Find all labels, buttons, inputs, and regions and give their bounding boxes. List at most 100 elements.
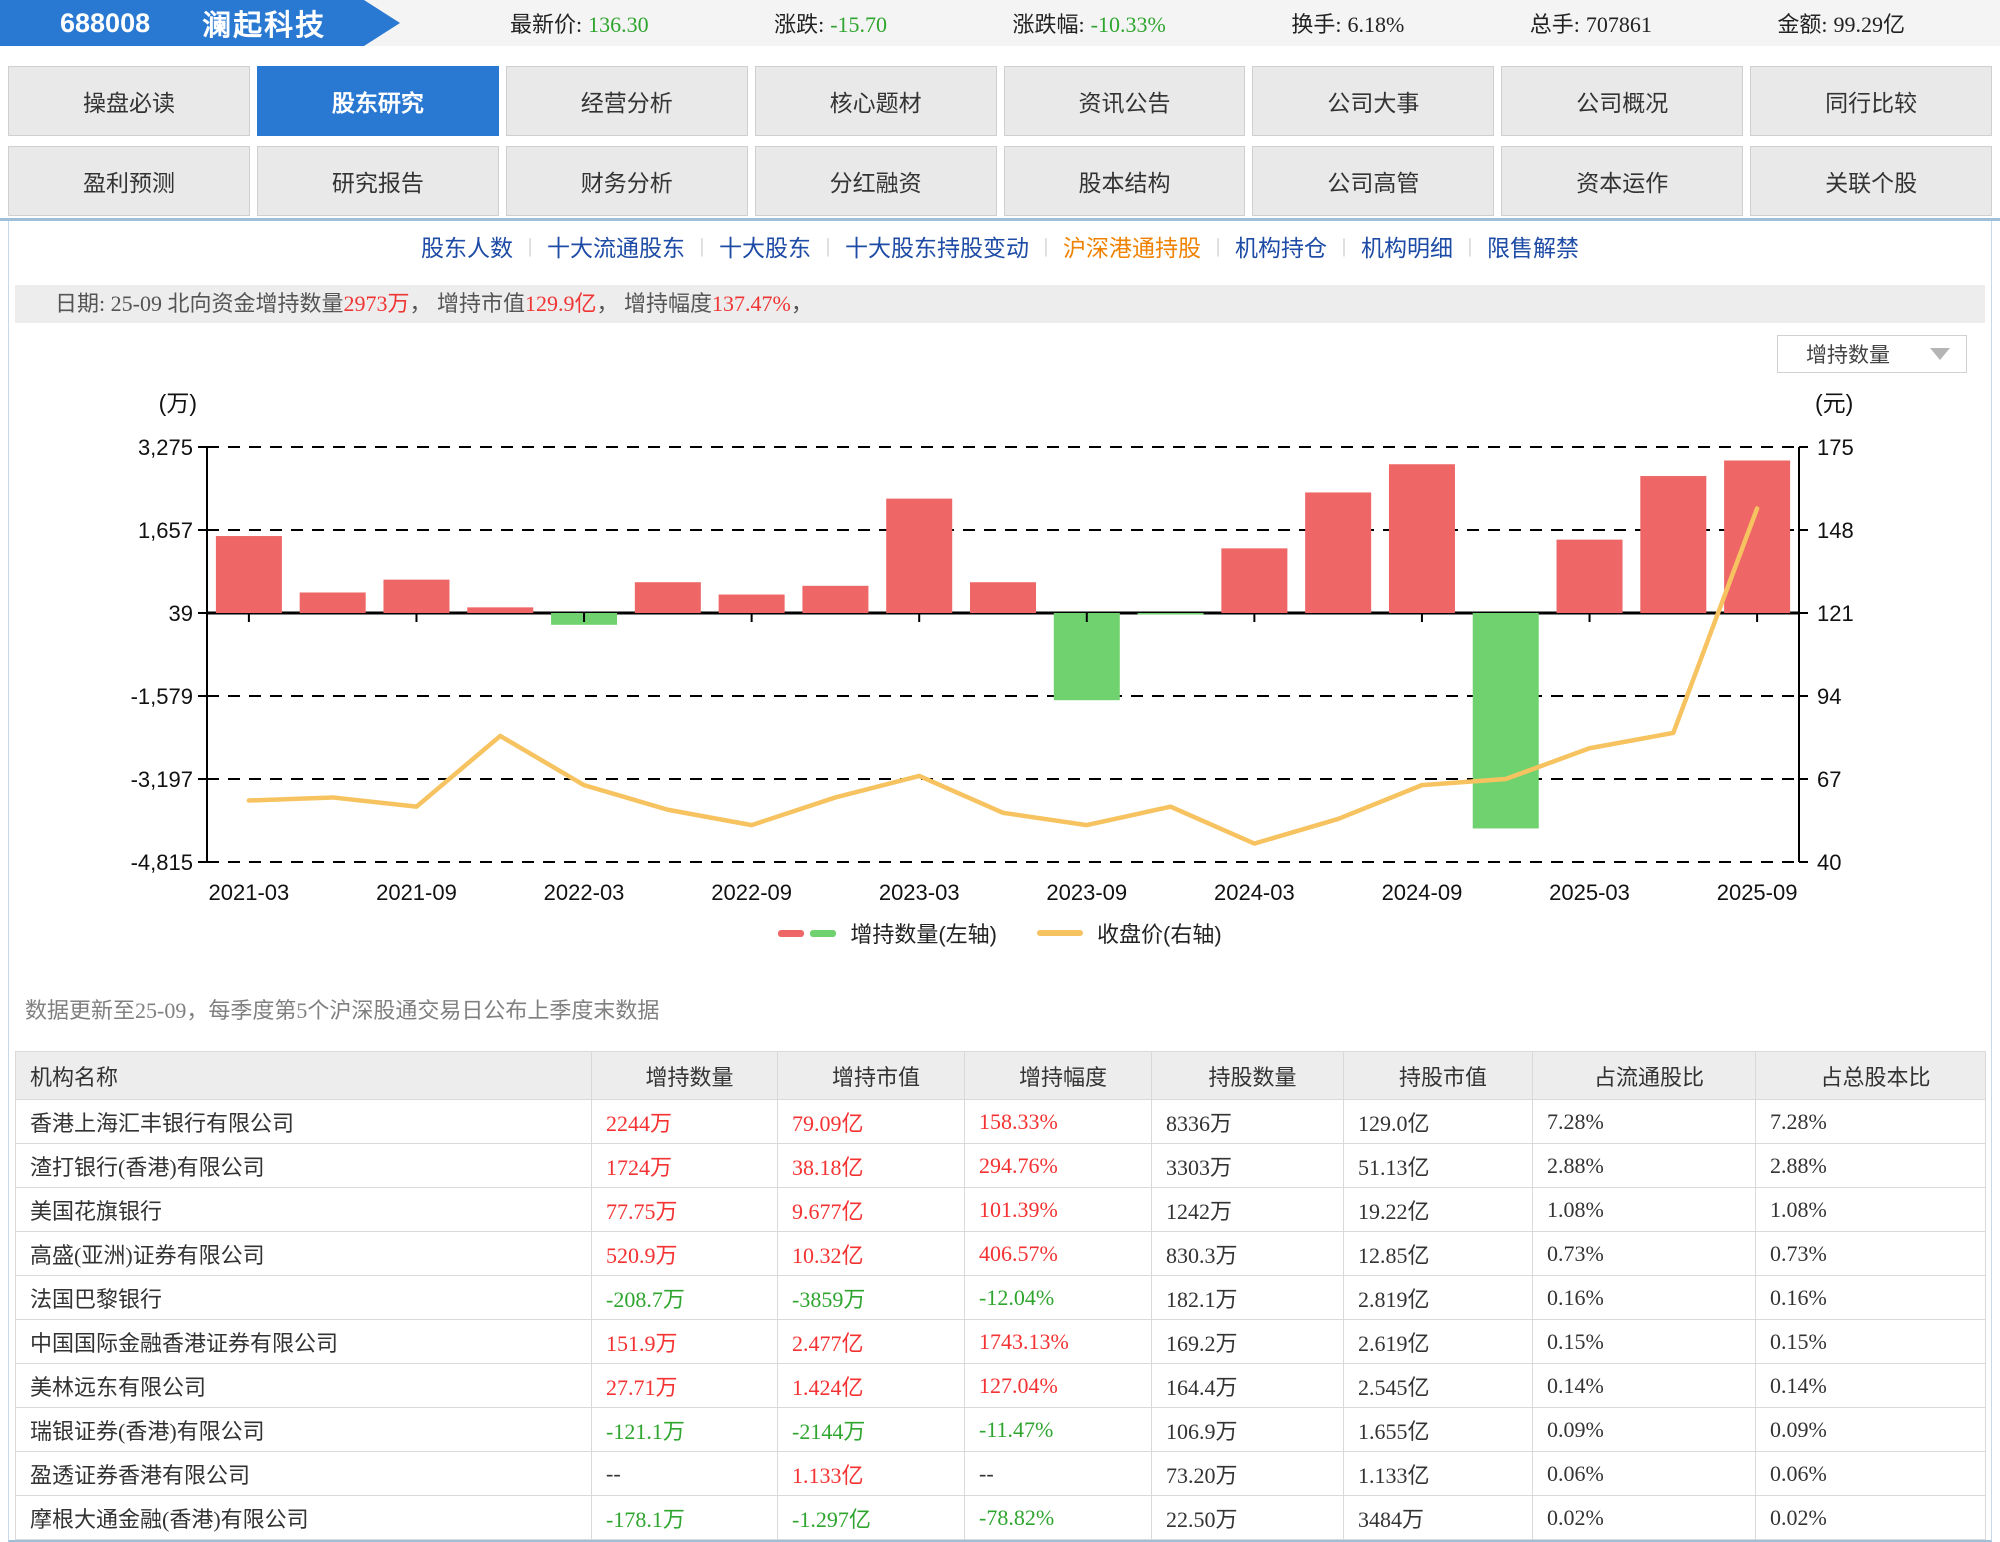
value-cell: -2144万 <box>777 1407 965 1452</box>
stat-value: -15.70 <box>830 12 888 37</box>
subnav-separator: | <box>699 234 704 257</box>
value-cell: 129.0亿 <box>1343 1099 1533 1144</box>
stat-value: 99.29亿 <box>1833 12 1905 37</box>
institution-name-cell: 瑞银证券(香港)有限公司 <box>15 1407 592 1452</box>
value-cell: 7.28% <box>1755 1099 1986 1144</box>
subnav-separator: | <box>1216 234 1221 257</box>
value-cell: 51.13亿 <box>1343 1143 1533 1188</box>
subnav-link[interactable]: 十大股东持股变动 <box>845 229 1029 263</box>
nav-tab[interactable]: 分红融资 <box>754 146 997 216</box>
institution-name-cell: 渣打银行(香港)有限公司 <box>15 1143 592 1188</box>
subnav-link[interactable]: 沪深港通持股 <box>1063 229 1201 263</box>
institution-name-cell: 中国国际金融香港证券有限公司 <box>15 1319 592 1364</box>
metric-dropdown[interactable]: 增持数量 <box>1777 335 1967 373</box>
nav-tab[interactable]: 股东研究 <box>256 66 499 136</box>
value-cell: 0.09% <box>1532 1407 1756 1452</box>
svg-text:-3,197: -3,197 <box>131 767 193 792</box>
table-row: 摩根大通金融(香港)有限公司 -178.1万 -1.297亿 -78.82% 22.50… <box>15 1495 1986 1540</box>
chevron-down-icon <box>1930 348 1950 360</box>
svg-text:67: 67 <box>1817 767 1841 792</box>
value-cell: 19.22亿 <box>1343 1187 1533 1232</box>
value-cell: 12.85亿 <box>1343 1231 1533 1276</box>
stat-item: 涨跌: -15.70 <box>774 7 887 39</box>
nav-tab[interactable]: 资本运作 <box>1501 146 1744 216</box>
svg-text:-1,579: -1,579 <box>131 684 193 709</box>
value-cell: 3484万 <box>1343 1495 1533 1540</box>
value-cell: 1.133亿 <box>1343 1451 1533 1496</box>
red-dash-icon <box>778 929 805 937</box>
value-cell: 106.9万 <box>1151 1407 1344 1452</box>
table-body: 香港上海汇丰银行有限公司 2244万 79.09亿 158.33% 8336万 129.0… <box>15 1099 1986 1540</box>
metric-dropdown-value: 增持数量 <box>1806 344 1890 367</box>
table-row: 中国国际金融香港证券有限公司 151.9万 2.477亿 1743.13% 169.2万… <box>15 1319 1986 1364</box>
subnav-separator: | <box>527 234 532 257</box>
chart-legend: 增持数量(左轴) 收盘价(右轴) <box>9 917 1991 949</box>
subnav-link[interactable]: 机构明细 <box>1361 229 1453 263</box>
data-note: 数据更新至25-09，每季度第5个沪深股通交易日公布上季度末数据 <box>25 998 660 1023</box>
value-cell: -1.297亿 <box>777 1495 965 1540</box>
stat-value: 707861 <box>1585 12 1652 37</box>
subnav-link[interactable]: 十大股东 <box>719 229 811 263</box>
value-cell: 1242万 <box>1151 1187 1344 1232</box>
date-summary-bar: 日期: 25-09 北向资金增持数量2973万， 增持市值129.9亿， 增持幅… <box>15 285 1985 323</box>
table-row: 美林远东有限公司 27.71万 1.424亿 127.04% 164.4万 2.545亿 0… <box>15 1363 1986 1408</box>
value-cell: 8336万 <box>1151 1099 1344 1144</box>
date-bar-text: 2973万 <box>343 291 410 316</box>
nav-tab[interactable]: 资讯公告 <box>1003 66 1246 136</box>
chart-canvas: 3,275 175 1,657 148 39 121 -1,579 94 -3,197 67 -4,… <box>131 390 1854 905</box>
table-header-row: 机构名称 增持数量 增持市值 增持幅度 持股数量 持股市值 占流通股比 占总股本比 <box>15 1051 1986 1100</box>
tabs-row-1: 操盘必读 股东研究 经营分析 核心题材 资讯公告 公司大事 公司概况 同行比较 <box>8 66 1992 136</box>
value-cell: 79.09亿 <box>777 1099 965 1144</box>
value-cell: 0.73% <box>1755 1231 1986 1276</box>
stat-label: 换手: <box>1291 12 1342 37</box>
nav-tab[interactable]: 公司大事 <box>1252 66 1495 136</box>
value-cell: 0.15% <box>1532 1319 1756 1364</box>
stat-value: 136.30 <box>588 12 649 37</box>
value-cell: -208.7万 <box>591 1275 778 1320</box>
subnav-link[interactable]: 机构持仓 <box>1235 229 1327 263</box>
value-cell: 9.677亿 <box>777 1187 965 1232</box>
nav-tab[interactable]: 公司概况 <box>1501 66 1744 136</box>
value-cell: 406.57% <box>964 1231 1152 1276</box>
value-cell: 1724万 <box>591 1143 778 1188</box>
table-header-cell: 增持幅度 <box>964 1051 1152 1100</box>
nav-tab[interactable]: 股本结构 <box>1003 146 1246 216</box>
value-cell: 101.39% <box>964 1187 1152 1232</box>
subnav-link[interactable]: 限售解禁 <box>1487 229 1579 263</box>
stock-code: 688008 <box>60 7 151 38</box>
nav-tab[interactable]: 核心题材 <box>754 66 997 136</box>
svg-text:2022-09: 2022-09 <box>711 880 792 905</box>
table-row: 盈透证券香港有限公司 -- 1.133亿 -- 73.20万 1.133亿 0.06% 0.0… <box>15 1451 1986 1496</box>
value-cell: 2.545亿 <box>1343 1363 1533 1408</box>
value-cell: 2.88% <box>1532 1143 1756 1188</box>
nav-tab[interactable]: 同行比较 <box>1750 66 1992 136</box>
line-legend-icon <box>1037 930 1083 936</box>
nav-tab[interactable]: 公司高管 <box>1252 146 1495 216</box>
value-cell: 2.619亿 <box>1343 1319 1533 1364</box>
institution-name-cell: 香港上海汇丰银行有限公司 <box>15 1099 592 1144</box>
svg-text:(万): (万) <box>159 390 197 416</box>
nav-tab[interactable]: 经营分析 <box>505 66 748 136</box>
date-bar-text: ， <box>790 291 813 316</box>
svg-text:2021-09: 2021-09 <box>376 880 457 905</box>
table-header-cell: 机构名称 <box>15 1051 592 1100</box>
svg-text:121: 121 <box>1817 601 1854 626</box>
subnav-link[interactable]: 十大流通股东 <box>547 229 685 263</box>
nav-tab[interactable]: 操盘必读 <box>8 66 250 136</box>
nav-tab[interactable]: 关联个股 <box>1750 146 1992 216</box>
value-cell: 158.33% <box>964 1099 1152 1144</box>
nav-tab[interactable]: 盈利预测 <box>8 146 250 216</box>
subnav-link[interactable]: 股东人数 <box>421 229 513 263</box>
svg-text:-4,815: -4,815 <box>131 850 193 875</box>
value-cell: 0.73% <box>1532 1231 1756 1276</box>
value-cell: 1.133亿 <box>777 1451 965 1496</box>
institution-name-cell: 盈透证券香港有限公司 <box>15 1451 592 1496</box>
institution-name-cell: 法国巴黎银行 <box>15 1275 592 1320</box>
nav-tab[interactable]: 财务分析 <box>505 146 748 216</box>
value-cell: 0.06% <box>1532 1451 1756 1496</box>
nav-tab[interactable]: 研究报告 <box>256 146 499 216</box>
value-cell: -121.1万 <box>591 1407 778 1452</box>
value-cell: 10.32亿 <box>777 1231 965 1276</box>
stat-value: 6.18% <box>1347 12 1405 37</box>
value-cell: -3859万 <box>777 1275 965 1320</box>
